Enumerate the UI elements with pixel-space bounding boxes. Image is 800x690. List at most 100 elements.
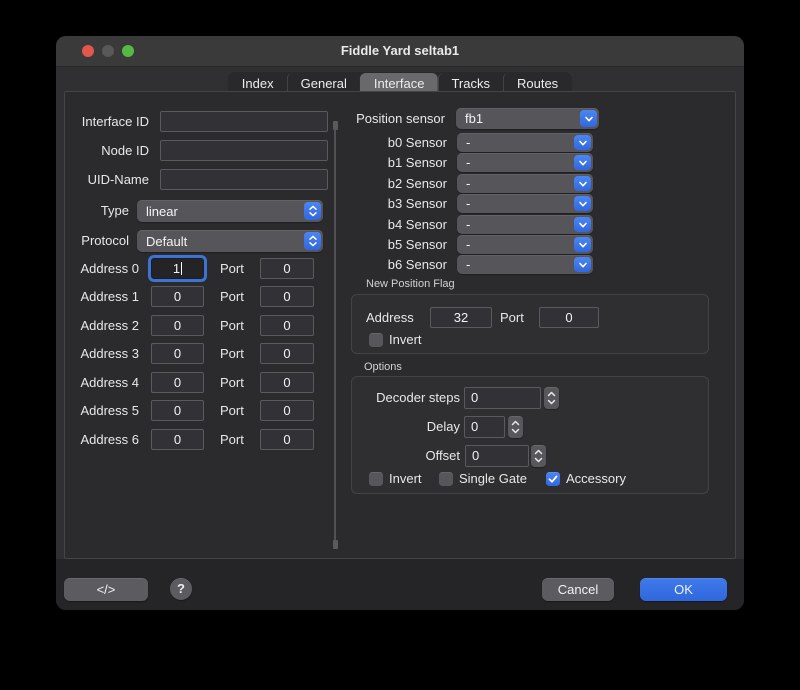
node-id-label: Node ID [65, 140, 149, 161]
port-3-field[interactable]: 0 [260, 343, 314, 364]
delay-field[interactable]: 0 [464, 416, 505, 438]
b5-sensor-combo[interactable]: - [457, 235, 593, 254]
help-button[interactable]: ? [170, 578, 192, 600]
port-1-label: Port [220, 286, 244, 307]
b0-sensor-label: b0 Sensor [325, 133, 447, 152]
b5-sensor-label: b5 Sensor [325, 235, 447, 254]
address-4-label: Address 4 [65, 372, 139, 393]
updown-chevron-icon [304, 232, 321, 250]
address-1-label: Address 1 [65, 286, 139, 307]
b2-sensor-combo[interactable]: - [457, 174, 593, 193]
port-5-label: Port [220, 400, 244, 421]
port-0-field[interactable]: 0 [260, 258, 314, 279]
npf-port-field[interactable]: 0 [539, 307, 599, 328]
dialog-window: Fiddle Yard seltab1 Index General Interf… [56, 36, 744, 610]
single-gate-checkbox[interactable] [439, 472, 453, 486]
b1-sensor-combo[interactable]: - [457, 153, 593, 172]
delay-stepper[interactable] [508, 416, 523, 438]
accessory-label: Accessory [566, 471, 626, 486]
address-6-field[interactable]: 0 [151, 429, 204, 450]
address-1-field[interactable]: 0 [151, 286, 204, 307]
chevron-down-icon [574, 176, 591, 191]
chevron-down-icon [574, 155, 591, 170]
npf-port-label: Port [500, 307, 524, 328]
port-5-field[interactable]: 0 [260, 400, 314, 421]
chevron-down-icon [580, 110, 597, 127]
updown-chevron-icon [533, 447, 544, 465]
port-6-field[interactable]: 0 [260, 429, 314, 450]
updown-chevron-icon [546, 389, 557, 407]
port-3-label: Port [220, 343, 244, 364]
updown-chevron-icon [304, 202, 321, 220]
options-invert-label: Invert [389, 471, 422, 486]
address-0-field[interactable]: 1 [151, 258, 204, 279]
address-0-label: Address 0 [65, 258, 139, 279]
interface-id-label: Interface ID [65, 111, 149, 132]
position-sensor-combo[interactable]: fb1 [456, 108, 599, 129]
protocol-label: Protocol [65, 230, 129, 252]
address-3-label: Address 3 [65, 343, 139, 364]
npf-invert-label: Invert [389, 332, 422, 347]
ok-button[interactable]: OK [640, 578, 727, 601]
offset-field[interactable]: 0 [465, 445, 529, 467]
b6-sensor-combo[interactable]: - [457, 255, 593, 274]
chevron-down-icon [574, 217, 591, 232]
uid-name-label: UID-Name [65, 169, 149, 190]
chevron-down-icon [574, 196, 591, 211]
chevron-down-icon [574, 257, 591, 272]
offset-label: Offset [352, 445, 460, 467]
check-icon [547, 473, 559, 485]
window-title: Fiddle Yard seltab1 [56, 36, 744, 66]
type-popup[interactable]: linear [137, 200, 323, 222]
node-id-field[interactable] [160, 140, 328, 161]
address-3-field[interactable]: 0 [151, 343, 204, 364]
chevron-down-icon [574, 135, 591, 150]
updown-chevron-icon [510, 418, 521, 436]
address-5-field[interactable]: 0 [151, 400, 204, 421]
options-invert-checkbox[interactable] [369, 472, 383, 486]
b6-sensor-label: b6 Sensor [325, 255, 447, 274]
options-group: Decoder steps 0 Delay 0 Offset 0 Invert [351, 376, 709, 494]
protocol-popup[interactable]: Default [137, 230, 323, 252]
port-4-field[interactable]: 0 [260, 372, 314, 393]
npf-invert-checkbox[interactable] [369, 333, 383, 347]
port-2-label: Port [220, 315, 244, 336]
title-bar: Fiddle Yard seltab1 [56, 36, 744, 67]
port-0-label: Port [220, 258, 244, 279]
b1-sensor-label: b1 Sensor [325, 153, 447, 172]
decoder-steps-stepper[interactable] [544, 387, 559, 409]
npf-address-label: Address [366, 307, 414, 328]
code-view-button[interactable]: </> [64, 578, 148, 601]
b3-sensor-combo[interactable]: - [457, 194, 593, 213]
port-4-label: Port [220, 372, 244, 393]
b3-sensor-label: b3 Sensor [325, 194, 447, 213]
text-caret [181, 262, 182, 275]
uid-name-field[interactable] [160, 169, 328, 190]
position-sensor-label: Position sensor [295, 108, 445, 129]
interface-tab-panel: Interface ID Node ID UID-Name Type linea… [64, 91, 736, 559]
options-title: Options [364, 361, 402, 373]
port-1-field[interactable]: 0 [260, 286, 314, 307]
single-gate-label: Single Gate [459, 471, 527, 486]
decoder-steps-field[interactable]: 0 [464, 387, 541, 409]
new-position-flag-title: New Position Flag [366, 278, 455, 290]
accessory-checkbox[interactable] [546, 472, 560, 486]
port-6-label: Port [220, 429, 244, 450]
port-2-field[interactable]: 0 [260, 315, 314, 336]
address-2-label: Address 2 [65, 315, 139, 336]
type-label: Type [65, 200, 129, 222]
cancel-button[interactable]: Cancel [542, 578, 614, 601]
decoder-steps-label: Decoder steps [352, 387, 460, 409]
address-6-label: Address 6 [65, 429, 139, 450]
address-5-label: Address 5 [65, 400, 139, 421]
delay-label: Delay [352, 416, 460, 438]
offset-stepper[interactable] [531, 445, 546, 467]
address-2-field[interactable]: 0 [151, 315, 204, 336]
npf-address-field[interactable]: 32 [430, 307, 492, 328]
new-position-flag-group: Address 32 Port 0 Invert [351, 294, 709, 354]
address-4-field[interactable]: 0 [151, 372, 204, 393]
b4-sensor-label: b4 Sensor [325, 215, 447, 234]
b0-sensor-combo[interactable]: - [457, 133, 593, 152]
b4-sensor-combo[interactable]: - [457, 215, 593, 234]
b2-sensor-label: b2 Sensor [325, 174, 447, 193]
